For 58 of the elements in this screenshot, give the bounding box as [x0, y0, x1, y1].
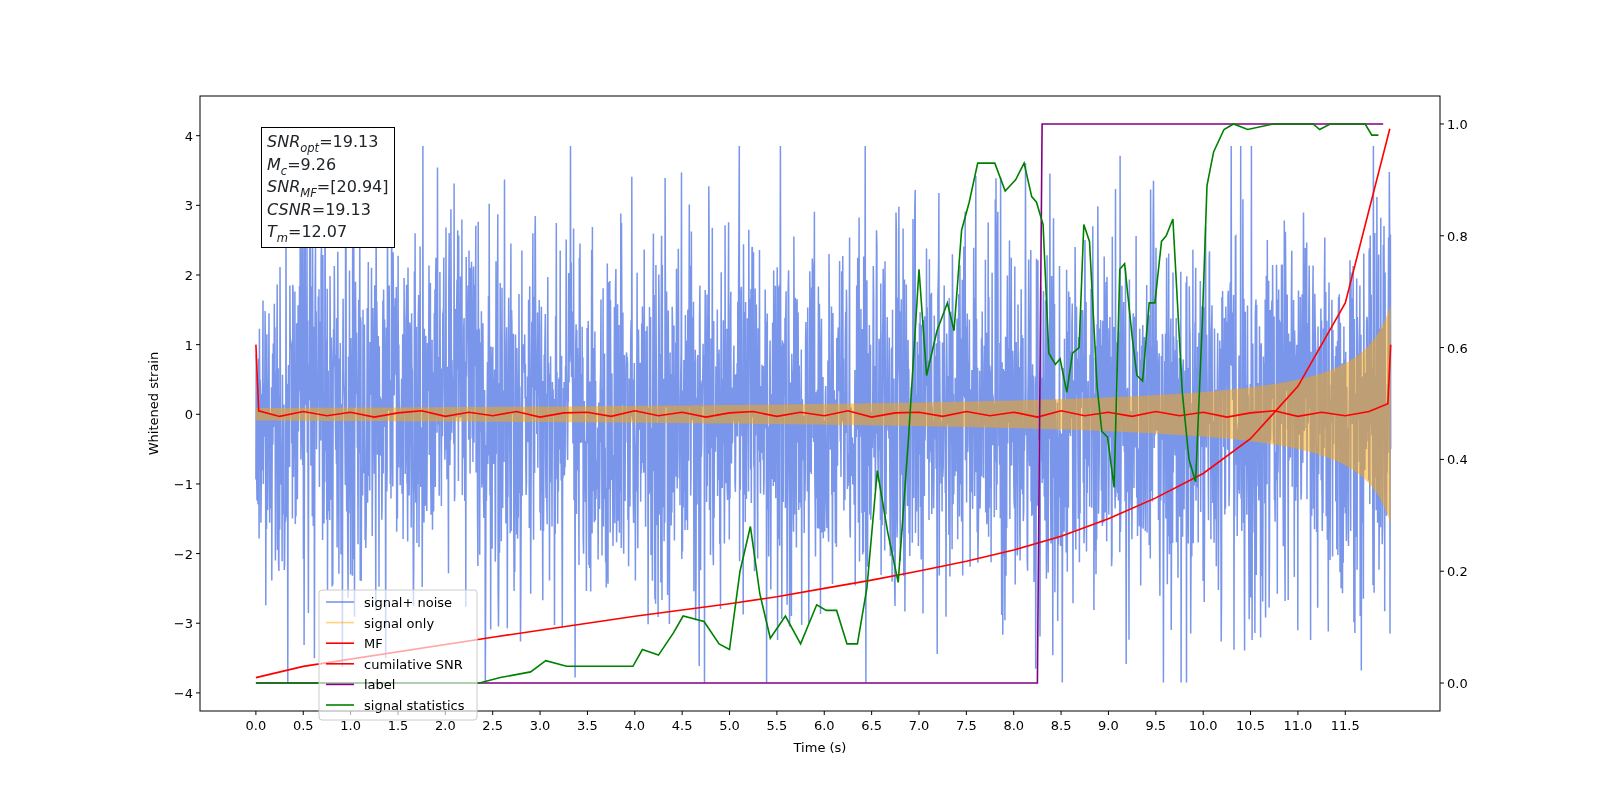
x-tick-label: 10.5	[1236, 718, 1265, 733]
x-tick-label: 11.0	[1283, 718, 1313, 733]
x-tick-label: 9.5	[1145, 718, 1167, 733]
x-tick-label: 4.5	[671, 718, 693, 733]
legend-line-icon	[325, 663, 355, 665]
x-tick-label: 7.5	[956, 718, 977, 733]
right-tick-label: 0.2	[1447, 564, 1468, 580]
x-axis-label: Time (s)	[793, 740, 847, 755]
legend-line-icon	[325, 704, 355, 706]
annotation-text: M$_{c}$=9.26	[267, 154, 338, 176]
annotation-text: CSNR=19.13	[267, 198, 372, 221]
x-tick-label: 5.0	[719, 718, 740, 733]
legend-label: signal statistics	[364, 698, 465, 713]
x-tick-label: 10.0	[1188, 718, 1218, 733]
right-tick-label: 0.8	[1447, 228, 1468, 244]
x-tick-label: 8.5	[1050, 718, 1072, 733]
x-tick-label: 3.0	[529, 718, 551, 733]
y-tick-label: −1	[173, 476, 193, 492]
y-tick-label: 1	[184, 337, 193, 353]
x-tick-label: 11.5	[1330, 718, 1360, 733]
annotation-text: SNR$_{opt}$=19.13	[267, 131, 380, 154]
legend-line-icon	[325, 621, 355, 624]
x-tick-label: 3.5	[577, 718, 598, 733]
x-tick-label: 0.0	[245, 718, 267, 733]
y-tick-label: −2	[173, 546, 193, 562]
x-tick-label: 6.0	[813, 718, 835, 733]
x-tick-label: 6.5	[861, 718, 882, 733]
right-tick-label: 0.0	[1447, 676, 1468, 692]
legend-label: MF	[364, 636, 383, 652]
y-tick-label: 4	[184, 128, 193, 144]
legend-label: label	[364, 677, 396, 693]
x-tick-label: 1.0	[340, 718, 361, 733]
right-tick-label: 0.6	[1447, 340, 1468, 356]
x-tick-label: 2.5	[482, 718, 504, 733]
legend-line-icon	[325, 683, 355, 686]
x-tick-label: 7.0	[908, 718, 930, 733]
y-tick-label: 3	[184, 198, 193, 214]
x-tick-label: 4.0	[624, 718, 646, 733]
legend-label: signal only	[364, 615, 435, 631]
legend-label: signal+ noise	[364, 595, 453, 610]
annotation-text: T$_{m}$=12.07	[267, 221, 349, 244]
legend-label: cumilative SNR	[364, 656, 463, 672]
x-tick-label: 8.0	[1003, 718, 1025, 733]
y-tick-label: 2	[184, 268, 193, 283]
y-axis-label: Whitened strain	[146, 351, 161, 456]
x-tick-label: 5.5	[766, 718, 788, 733]
legend-line-icon	[325, 601, 355, 603]
y-tick-label: −3	[173, 616, 193, 632]
right-tick-label: 1.0	[1447, 116, 1468, 132]
legend-line-icon	[325, 642, 355, 644]
annotation-text: SNR$_{MF}$=[20.94]	[267, 176, 389, 199]
y-tick-label: 0	[184, 407, 193, 423]
x-tick-label: 1.5	[387, 718, 409, 733]
right-tick-label: 0.4	[1447, 452, 1468, 468]
x-tick-label: 2.0	[435, 718, 456, 733]
y-tick-label: −4	[173, 685, 193, 701]
x-tick-label: 9.0	[1098, 718, 1119, 733]
x-tick-label: 0.5	[292, 718, 314, 733]
